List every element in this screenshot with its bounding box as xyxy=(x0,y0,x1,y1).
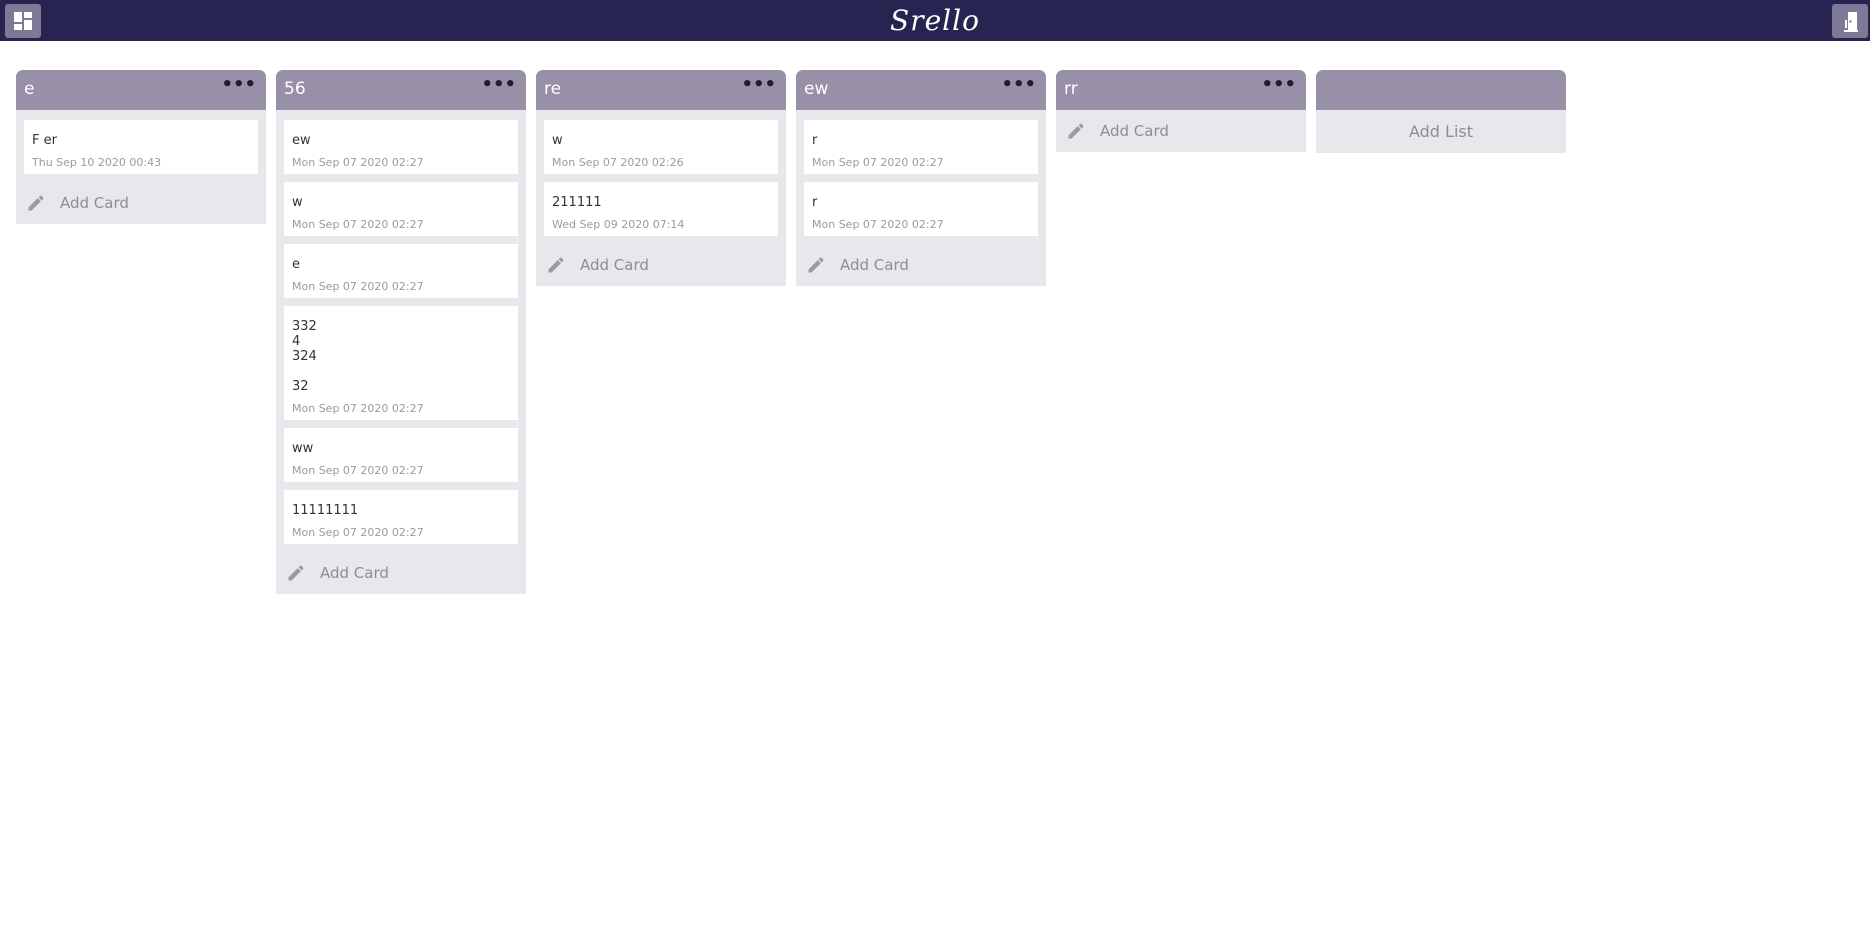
add-card-label: Add Card xyxy=(320,564,389,582)
card-text: ww xyxy=(292,441,314,456)
card-text: w xyxy=(552,133,563,148)
list-menu-icon[interactable]: ••• xyxy=(741,74,776,95)
add-card-button[interactable]: Add Card xyxy=(536,244,786,286)
card-text: F er xyxy=(32,133,57,148)
list-column: e ••• F er Thu Sep 10 2020 00:43 Add Card xyxy=(16,70,266,224)
card[interactable]: 332 4 324 32 Mon Sep 07 2020 02:27 xyxy=(284,306,518,420)
pencil-icon xyxy=(28,195,44,211)
card-date: Mon Sep 07 2020 02:26 xyxy=(552,156,684,169)
card[interactable]: 211111 Wed Sep 09 2020 07:14 xyxy=(544,182,778,236)
card-date: Mon Sep 07 2020 02:27 xyxy=(292,218,424,231)
card[interactable]: 11111111 Mon Sep 07 2020 02:27 xyxy=(284,490,518,544)
app-logo: Srello xyxy=(890,4,980,37)
add-card-button[interactable]: Add Card xyxy=(16,182,266,224)
card-text: r xyxy=(812,133,818,148)
logout-door-icon xyxy=(1844,12,1858,32)
add-card-button[interactable]: Add Card xyxy=(276,552,526,594)
add-card-button[interactable]: Add Card xyxy=(796,244,1046,286)
pencil-icon xyxy=(548,257,564,273)
card-container: r Mon Sep 07 2020 02:27 r Mon Sep 07 2020 0… xyxy=(796,110,1046,236)
card-text: 11111111 xyxy=(292,503,359,518)
add-card-label: Add Card xyxy=(60,194,129,212)
list-menu-icon[interactable]: ••• xyxy=(1001,74,1036,95)
logout-button[interactable] xyxy=(1832,4,1868,38)
add-card-button[interactable]: Add Card xyxy=(1056,110,1306,152)
card-date: Mon Sep 07 2020 02:27 xyxy=(292,156,424,169)
card[interactable]: w Mon Sep 07 2020 02:26 xyxy=(544,120,778,174)
card-date: Mon Sep 07 2020 02:27 xyxy=(292,402,424,415)
card-text: ew xyxy=(292,133,311,148)
card[interactable]: ew Mon Sep 07 2020 02:27 xyxy=(284,120,518,174)
list-header: re ••• xyxy=(536,70,786,110)
list-menu-icon[interactable]: ••• xyxy=(1261,74,1296,95)
list-title[interactable]: re xyxy=(544,79,561,99)
card-date: Thu Sep 10 2020 00:43 xyxy=(32,156,162,169)
list-header: e ••• xyxy=(16,70,266,110)
card[interactable]: ww Mon Sep 07 2020 02:27 xyxy=(284,428,518,482)
card-text: w xyxy=(292,195,303,210)
list-header: 56 ••• xyxy=(276,70,526,110)
card-text: e xyxy=(292,257,300,272)
card-container: w Mon Sep 07 2020 02:26 211111 Wed Sep 09 2… xyxy=(536,110,786,236)
card-date: Mon Sep 07 2020 02:27 xyxy=(292,464,424,477)
card[interactable]: r Mon Sep 07 2020 02:27 xyxy=(804,182,1038,236)
list-title[interactable]: ew xyxy=(804,79,828,99)
card-text: 332 4 324 32 xyxy=(292,319,317,394)
add-card-label: Add Card xyxy=(1100,122,1169,140)
card-container: ew Mon Sep 07 2020 02:27 w Mon Sep 07 2020 … xyxy=(276,110,526,544)
list-title[interactable]: e xyxy=(24,79,34,99)
list-title[interactable]: 56 xyxy=(284,79,306,99)
list-header: rr ••• xyxy=(1056,70,1306,110)
card-text: 211111 xyxy=(552,195,602,210)
card-date: Wed Sep 09 2020 07:14 xyxy=(552,218,685,231)
pencil-icon xyxy=(288,565,304,581)
list-column: 56 ••• ew Mon Sep 07 2020 02:27 w Mon Sep 07 … xyxy=(276,70,526,594)
list-title[interactable]: rr xyxy=(1064,79,1078,99)
board: e ••• F er Thu Sep 10 2020 00:43 Add Card 56 •… xyxy=(16,70,1566,594)
top-bar: Srello xyxy=(0,0,1870,41)
card[interactable]: r Mon Sep 07 2020 02:27 xyxy=(804,120,1038,174)
list-header: ew ••• xyxy=(796,70,1046,110)
card-container: F er Thu Sep 10 2020 00:43 xyxy=(16,110,266,174)
card-date: Mon Sep 07 2020 02:27 xyxy=(292,280,424,293)
add-card-label: Add Card xyxy=(840,256,909,274)
list-column: re ••• w Mon Sep 07 2020 02:26 211111 Wed Sep… xyxy=(536,70,786,286)
add-list-button[interactable]: Add List xyxy=(1316,110,1566,153)
card[interactable]: F er Thu Sep 10 2020 00:43 xyxy=(24,120,258,174)
list-column: rr ••• Add Card xyxy=(1056,70,1306,152)
card-date: Mon Sep 07 2020 02:27 xyxy=(812,218,944,231)
list-menu-icon[interactable]: ••• xyxy=(221,74,256,95)
list-menu-icon[interactable]: ••• xyxy=(481,74,516,95)
pencil-icon xyxy=(808,257,824,273)
card[interactable]: e Mon Sep 07 2020 02:27 xyxy=(284,244,518,298)
card-date: Mon Sep 07 2020 02:27 xyxy=(292,526,424,539)
card[interactable]: w Mon Sep 07 2020 02:27 xyxy=(284,182,518,236)
pencil-icon xyxy=(1068,123,1084,139)
add-list-column: Add List xyxy=(1316,70,1566,153)
card-text: r xyxy=(812,195,818,210)
add-list-header xyxy=(1316,70,1566,110)
card-date: Mon Sep 07 2020 02:27 xyxy=(812,156,944,169)
list-column: ew ••• r Mon Sep 07 2020 02:27 r Mon Sep 07 2… xyxy=(796,70,1046,286)
add-card-label: Add Card xyxy=(580,256,649,274)
